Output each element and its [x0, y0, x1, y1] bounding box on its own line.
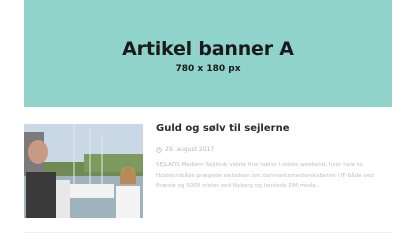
- article-excerpt: SEJLADS Medlem Sejlklub vidste fine fakt…: [156, 162, 374, 189]
- banner-size-label: 780 x 180 px: [175, 64, 241, 74]
- divider: [24, 232, 392, 233]
- article-thumbnail[interactable]: [24, 124, 143, 218]
- article-title-link[interactable]: Guld og sølv til sejlerne: [156, 123, 289, 134]
- ad-banner[interactable]: Artikel banner A 780 x 180 px: [24, 0, 392, 107]
- banner-title: Artikel banner A: [122, 38, 294, 60]
- article-date: 29. august 2017: [156, 146, 214, 153]
- article-date-text: 29. august 2017: [165, 146, 215, 153]
- clock-icon: [156, 146, 162, 153]
